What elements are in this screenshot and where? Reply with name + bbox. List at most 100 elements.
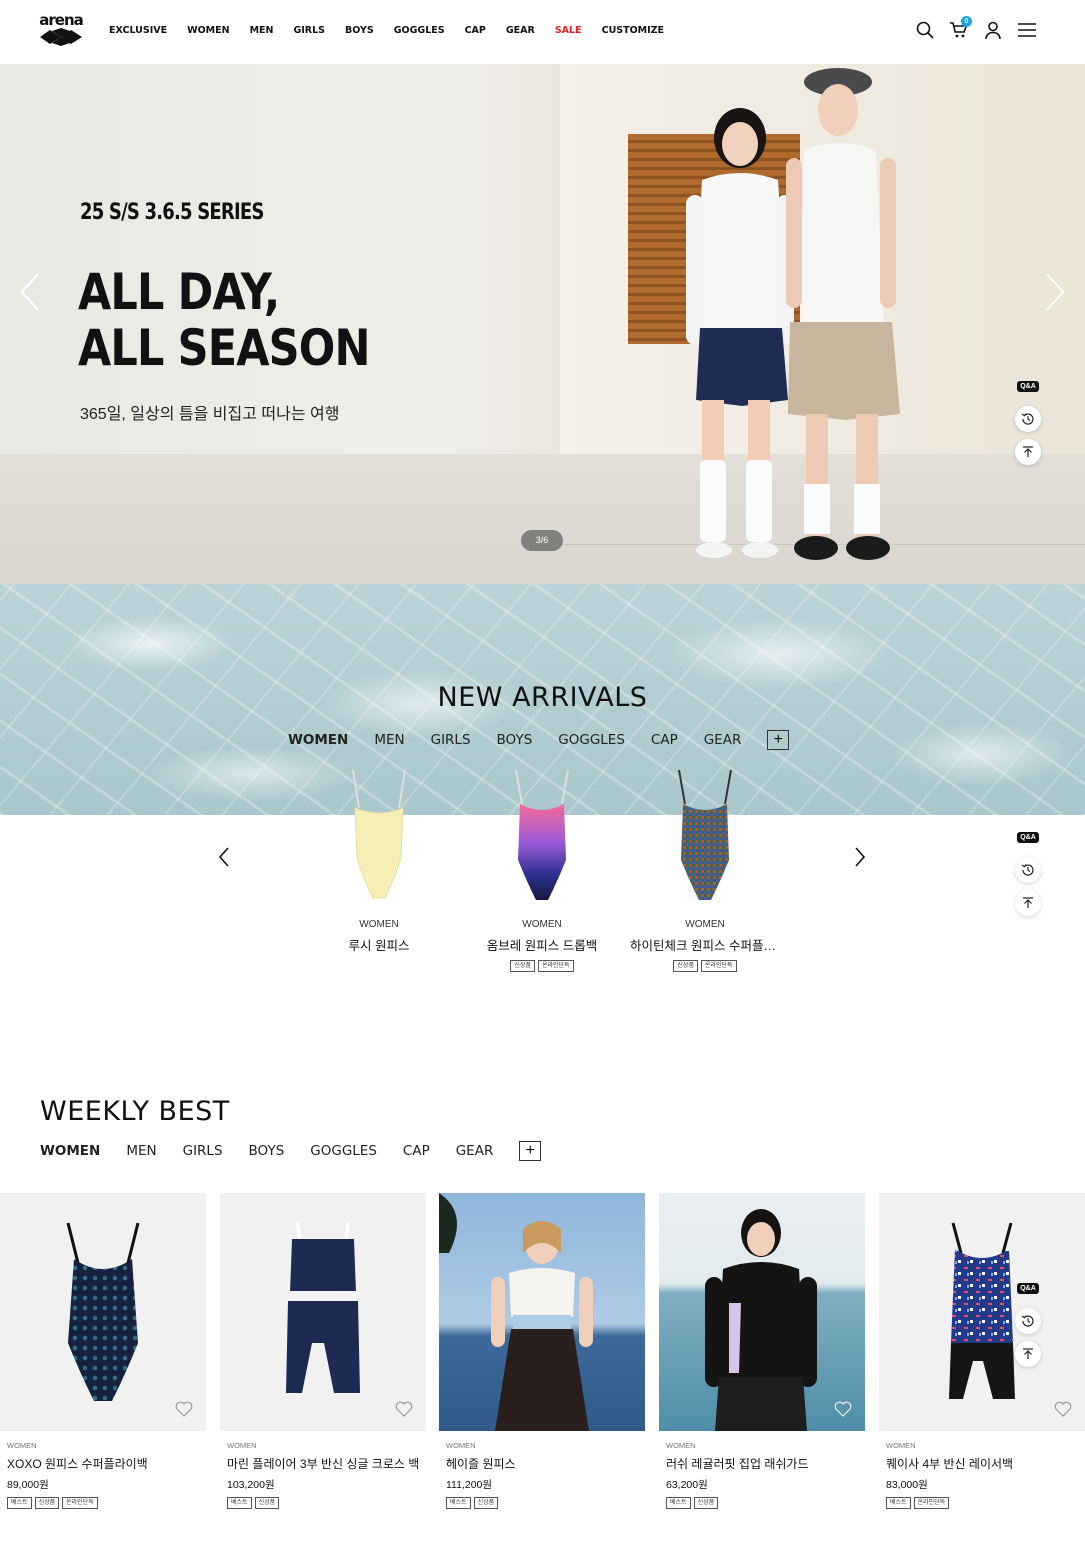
product-tags: 베스트 신상품 [227, 1497, 426, 1509]
quick-menu-2: Q&A [1015, 824, 1041, 923]
na-tab-cap[interactable]: CAP [651, 732, 678, 748]
product-category: WOMEN [666, 1441, 696, 1450]
wb-product-card[interactable]: WOMEN 퀘이사 4부 반신 레이서백 83,000원 베스트 온라인단독 [879, 1193, 1085, 1509]
user-icon[interactable] [983, 20, 1003, 40]
na-product-card[interactable]: WOMEN 루시 원피스 [304, 768, 454, 954]
product-category: WOMEN [446, 1441, 476, 1450]
model-rashguard-image [705, 1209, 817, 1431]
hero-subtitle: 25 S/S 3.6.5 SERIES [80, 200, 264, 225]
na-more-plus-icon[interactable]: + [767, 730, 790, 750]
wb-tab-goggles[interactable]: GOGGLES [310, 1143, 377, 1159]
wishlist-heart-icon[interactable] [395, 1401, 413, 1417]
na-tab-men[interactable]: MEN [374, 732, 404, 748]
site-header: arena EXCLUSIVE WOMEN MEN GIRLS BOYS GOG… [0, 0, 1085, 64]
quick-menu-3: Q&A [1015, 1275, 1041, 1374]
wishlist-heart-icon[interactable] [1054, 1401, 1072, 1417]
product-name: 러쉬 레귤러핏 집업 래쉬가드 [666, 1457, 809, 1471]
main-nav: EXCLUSIVE WOMEN MEN GIRLS BOYS GOGGLES C… [109, 25, 684, 36]
product-image [439, 1193, 645, 1431]
qa-button[interactable]: Q&A [1015, 373, 1041, 399]
nav-customize[interactable]: CUSTOMIZE [602, 25, 664, 36]
tag-online: 온라인단독 [62, 1497, 98, 1509]
history-icon[interactable] [1015, 406, 1041, 432]
product-category: WOMEN [227, 1441, 257, 1450]
search-icon[interactable] [915, 20, 935, 40]
cart-icon[interactable]: 0 [949, 16, 972, 40]
scroll-top-icon[interactable] [1015, 439, 1041, 465]
swimsuit-yellow-image [352, 769, 406, 899]
hero-prev-arrow-icon[interactable] [18, 272, 42, 312]
na-tab-boys[interactable]: BOYS [497, 732, 533, 748]
wb-tab-boys[interactable]: BOYS [249, 1143, 285, 1159]
wb-tab-women[interactable]: WOMEN [40, 1143, 100, 1159]
wb-product-card[interactable]: WOMEN XOXO 원피스 수퍼플라이백 89,000원 베스트 신상품 온라… [0, 1193, 206, 1509]
product-tags: 베스트 신상품 [446, 1497, 645, 1509]
nav-exclusive[interactable]: EXCLUSIVE [109, 25, 167, 36]
product-name: 마린 플레이어 3부 반신 싱글 크로스 백 [227, 1457, 420, 1471]
wishlist-heart-icon[interactable] [175, 1401, 193, 1417]
product-price: 111,200원 [446, 1479, 493, 1491]
product-category: WOMEN [886, 1441, 916, 1450]
nav-cap[interactable]: CAP [465, 25, 486, 36]
hero-next-arrow-icon[interactable] [1043, 272, 1067, 312]
product-name: 옴브레 원피스 드롭백 [486, 939, 598, 953]
swimsuit-check-image [678, 769, 732, 900]
na-tab-girls[interactable]: GIRLS [431, 732, 471, 748]
product-price: 89,000원 [7, 1479, 49, 1491]
model-dress-image [439, 1193, 593, 1431]
qa-button[interactable]: Q&A [1015, 1275, 1041, 1301]
hero-title: ALL DAY, ALL SEASON [78, 264, 370, 376]
na-tab-goggles[interactable]: GOGGLES [558, 732, 625, 748]
tag-new: 신상품 [254, 1497, 280, 1509]
nav-boys[interactable]: BOYS [345, 25, 374, 36]
wb-tab-gear[interactable]: GEAR [456, 1143, 494, 1159]
product-image [879, 1193, 1085, 1431]
history-icon[interactable] [1015, 857, 1041, 883]
nav-girls[interactable]: GIRLS [293, 25, 325, 36]
wb-tab-men[interactable]: MEN [126, 1143, 156, 1159]
tag-best: 베스트 [886, 1497, 911, 1509]
nav-sale[interactable]: SALE [555, 25, 582, 36]
new-arrivals-tabs: WOMEN MEN GIRLS BOYS GOGGLES CAP GEAR + [288, 730, 790, 750]
tag-new: 신상품 [693, 1497, 719, 1509]
product-tags: 신상품 온라인단독 [467, 960, 617, 972]
history-icon[interactable] [1015, 1308, 1041, 1334]
hero-floor-decor [0, 454, 1085, 584]
arena-logo[interactable]: arena [38, 13, 84, 47]
na-product-card[interactable]: WOMEN 하이틴체크 원피스 수퍼플라이백 신상품 온라인단독 [630, 768, 780, 972]
menu-icon[interactable] [1017, 20, 1037, 40]
tag-best: 베스트 [7, 1497, 32, 1509]
product-category: WOMEN [522, 919, 562, 930]
wb-tab-girls[interactable]: GIRLS [183, 1143, 223, 1159]
tag-online: 온라인단독 [537, 960, 574, 972]
na-tab-women[interactable]: WOMEN [288, 732, 348, 748]
na-product-card[interactable]: WOMEN 옴브레 원피스 드롭백 신상품 온라인단독 [467, 768, 617, 972]
diamond-logo-icon [40, 28, 82, 46]
na-prev-arrow-icon[interactable] [216, 846, 232, 868]
hero-banner[interactable]: 25 S/S 3.6.5 SERIES ALL DAY, ALL SEASON … [0, 64, 1085, 584]
na-next-arrow-icon[interactable] [852, 846, 868, 868]
product-tags: 베스트 신상품 온라인단독 [7, 1497, 206, 1509]
product-price: 63,200원 [666, 1479, 708, 1491]
product-image [220, 1193, 426, 1431]
nav-men[interactable]: MEN [250, 25, 274, 36]
qa-label: Q&A [1017, 1282, 1039, 1294]
wb-tab-cap[interactable]: CAP [403, 1143, 430, 1159]
product-name: XOXO 원피스 수퍼플라이백 [7, 1457, 148, 1471]
wishlist-heart-icon[interactable] [834, 1401, 852, 1417]
wb-product-card[interactable]: WOMEN 헤이즐 원피스 111,200원 베스트 신상품 [439, 1193, 645, 1509]
na-tab-gear[interactable]: GEAR [704, 732, 742, 748]
wb-product-card[interactable]: WOMEN 마린 플레이어 3부 반신 싱글 크로스 백 103,200원 베스… [220, 1193, 426, 1509]
tag-best: 베스트 [446, 1497, 471, 1509]
wb-product-card[interactable]: WOMEN 러쉬 레귤러핏 집업 래쉬가드 63,200원 베스트 신상품 [659, 1193, 865, 1509]
scroll-top-icon[interactable] [1015, 890, 1041, 916]
wb-more-plus-icon[interactable]: + [519, 1141, 542, 1161]
nav-goggles[interactable]: GOGGLES [394, 25, 445, 36]
qa-button[interactable]: Q&A [1015, 824, 1041, 850]
nav-gear[interactable]: GEAR [506, 25, 535, 36]
scroll-top-icon[interactable] [1015, 1341, 1041, 1367]
tag-new: 신상품 [473, 1497, 499, 1509]
nav-women[interactable]: WOMEN [187, 25, 229, 36]
product-price: 103,200원 [227, 1479, 275, 1491]
swimsuit-ombre-image [515, 769, 569, 900]
